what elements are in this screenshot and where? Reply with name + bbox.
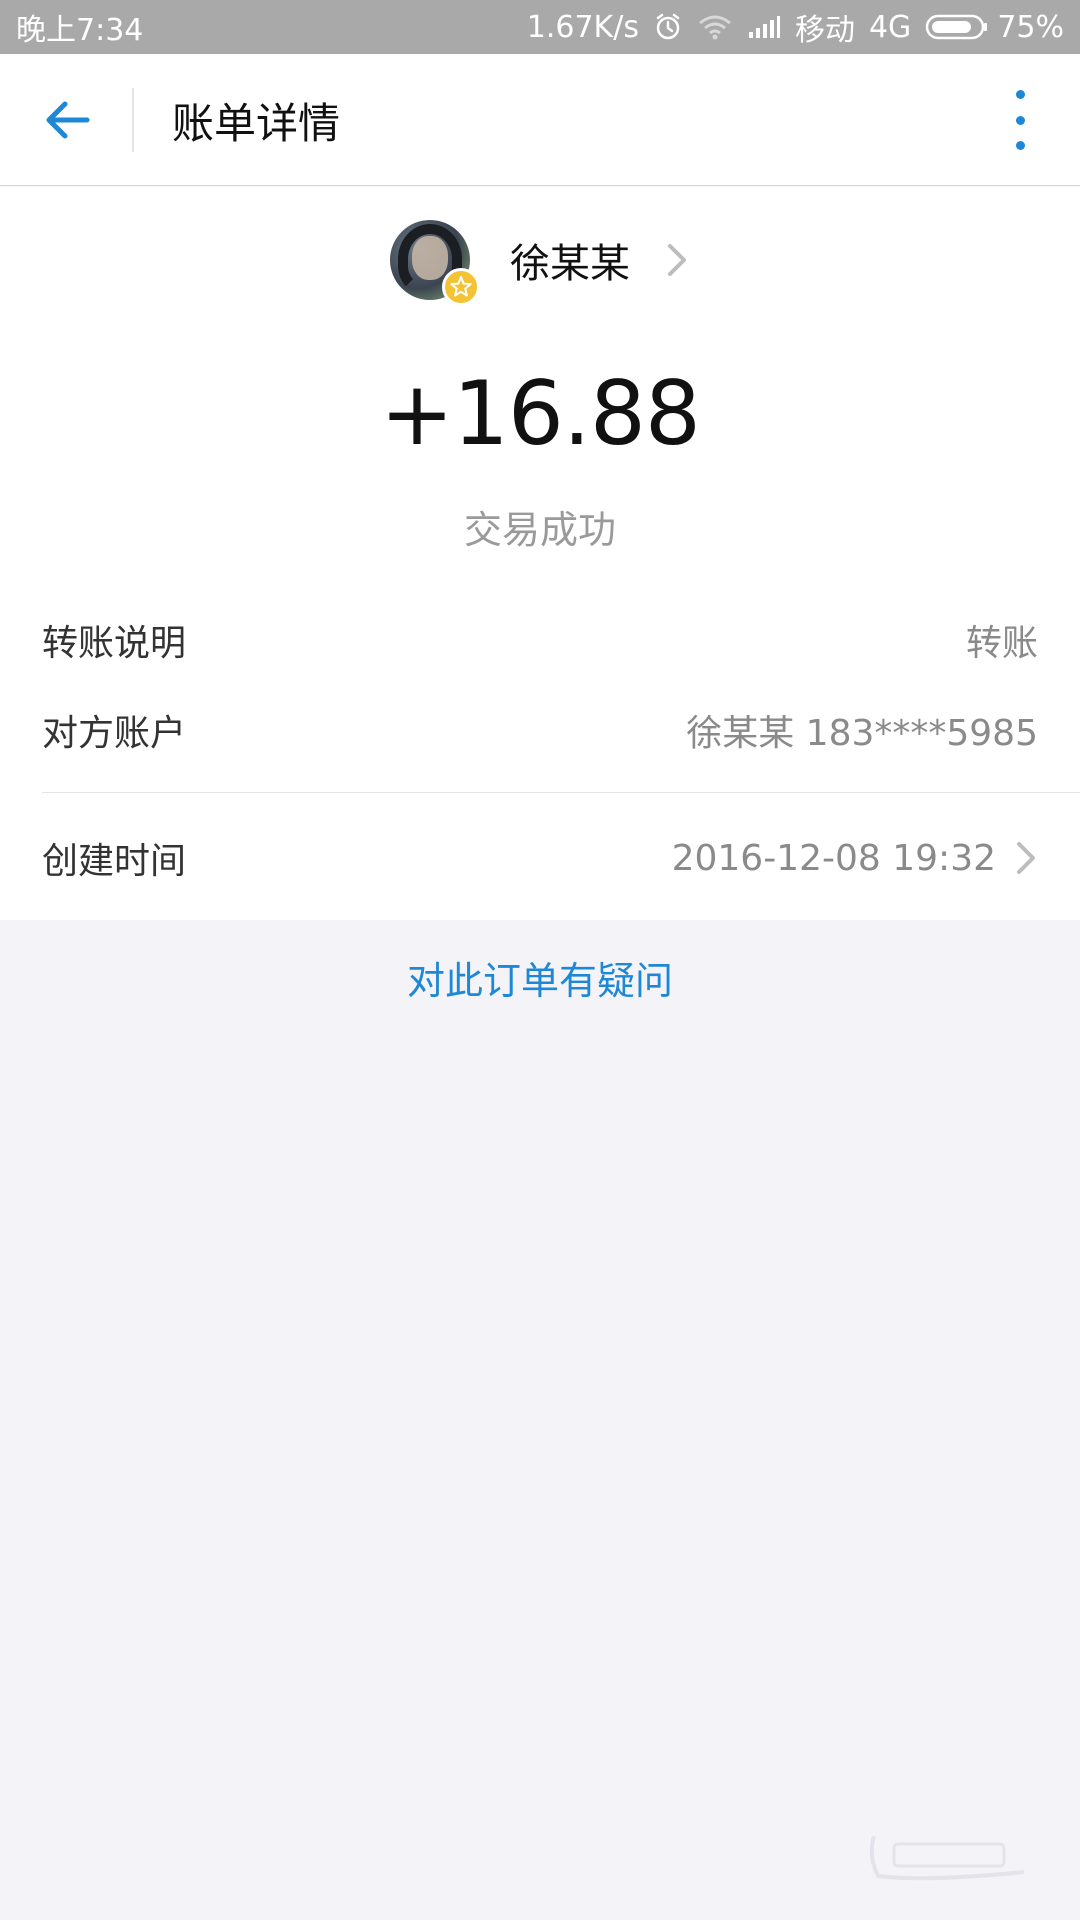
chevron-right-icon <box>1017 842 1035 874</box>
counterparty-header[interactable]: 徐某某 <box>0 217 1080 306</box>
detail-label: 创建时间 <box>42 841 187 882</box>
detail-value: 2016-12-08 19:32 <box>671 837 996 879</box>
detail-row-remark: 转账说明 转账 <box>42 605 1038 675</box>
watermark-logo-icon <box>869 1835 1025 1881</box>
signal-icon <box>747 14 781 40</box>
alarm-icon <box>653 12 683 42</box>
star-icon <box>442 268 480 306</box>
avatar <box>390 220 480 306</box>
status-battery-level: 75% <box>997 9 1064 45</box>
arrow-left-icon <box>46 101 90 139</box>
page-title: 账单详情 <box>172 98 341 148</box>
battery-icon <box>925 13 989 41</box>
detail-value: 徐某某 183****5985 <box>686 713 1038 754</box>
status-time: 晚上7:34 <box>16 13 144 48</box>
detail-label: 转账说明 <box>42 623 187 664</box>
status-network-speed: 1.67K/s <box>526 9 639 45</box>
detail-value: 转账 <box>965 623 1038 664</box>
bill-detail-card: 徐某某 +16.88 交易成功 转账说明 转账 对方账户 徐某某 183****… <box>0 187 1080 920</box>
transaction-amount: +16.88 <box>380 362 701 465</box>
detail-label: 对方账户 <box>42 713 187 754</box>
transaction-status: 交易成功 <box>463 508 616 552</box>
detail-row-created-time[interactable]: 创建时间 2016-12-08 19:32 <box>42 823 1038 893</box>
status-bar: 晚上7:34 1.67K/s 移动 4G 75% <box>0 0 1080 54</box>
more-menu-button[interactable] <box>1000 90 1040 150</box>
status-carrier: 移动 <box>794 13 855 48</box>
order-question-link[interactable]: 对此订单有疑问 <box>0 950 1080 1005</box>
section-divider <box>42 792 1080 793</box>
app-bar: 账单详情 <box>0 54 1080 186</box>
appbar-divider <box>132 88 134 152</box>
wifi-icon <box>697 13 733 41</box>
chevron-right-icon <box>664 240 690 280</box>
back-button[interactable] <box>30 88 104 152</box>
detail-row-account: 对方账户 徐某某 183****5985 <box>42 695 1038 765</box>
counterparty-name: 徐某某 <box>510 241 630 287</box>
more-vertical-icon <box>1015 90 1025 99</box>
status-network-type: 4G <box>868 9 912 45</box>
